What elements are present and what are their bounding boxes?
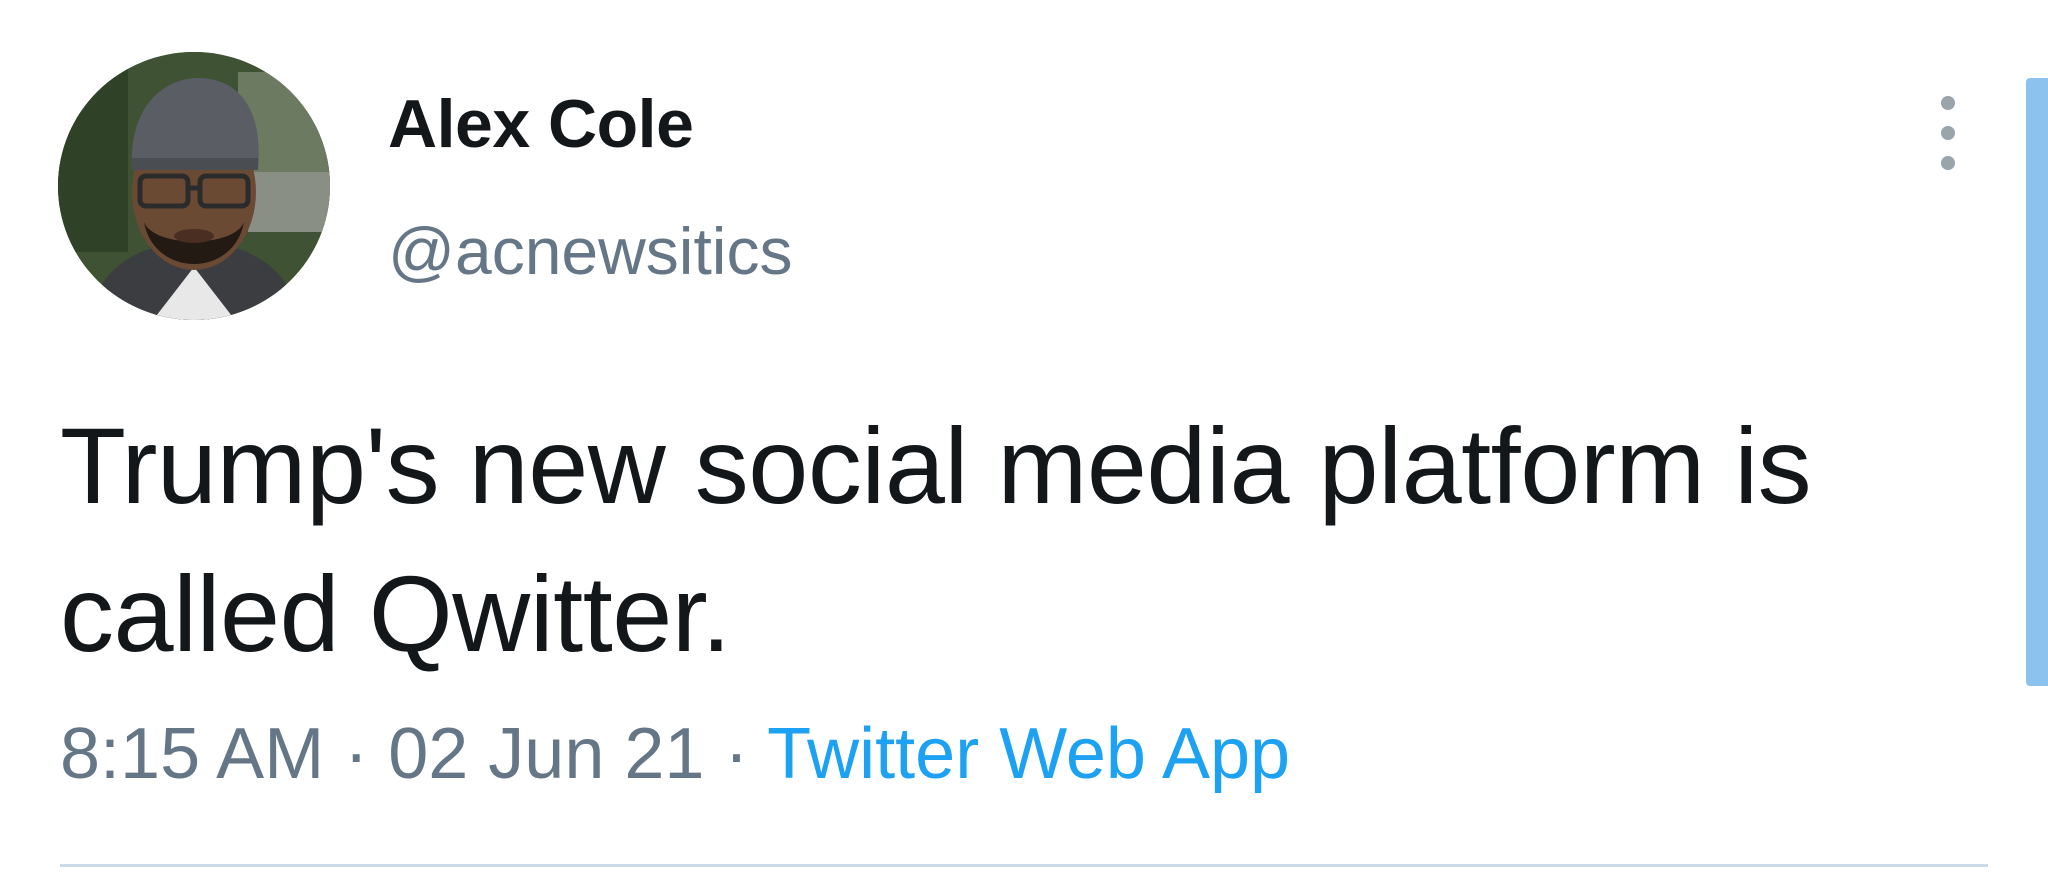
tweet-text: Trump's new social media platform is cal… [60, 405, 1812, 674]
tweet: Alex Cole @acnewsitics Trump's new socia… [0, 0, 2048, 876]
divider [60, 864, 1988, 867]
tweet-time: 8:15 AM [60, 714, 325, 794]
tweet-meta: 8:15 AM · 02 Jun 21 · Twitter Web App [60, 718, 1290, 790]
more-vertical-icon[interactable] [1928, 96, 1968, 170]
tweet-date[interactable]: 02 Jun 21 [388, 714, 704, 794]
avatar-image [58, 52, 330, 320]
meta-separator: · [344, 714, 369, 794]
user-handle[interactable]: @acnewsitics [388, 218, 792, 284]
meta-separator: · [724, 714, 749, 794]
tweet-source-link[interactable]: Twitter Web App [767, 714, 1290, 794]
avatar[interactable] [58, 52, 330, 320]
display-name[interactable]: Alex Cole [388, 90, 694, 158]
scrollbar[interactable] [2026, 78, 2048, 686]
